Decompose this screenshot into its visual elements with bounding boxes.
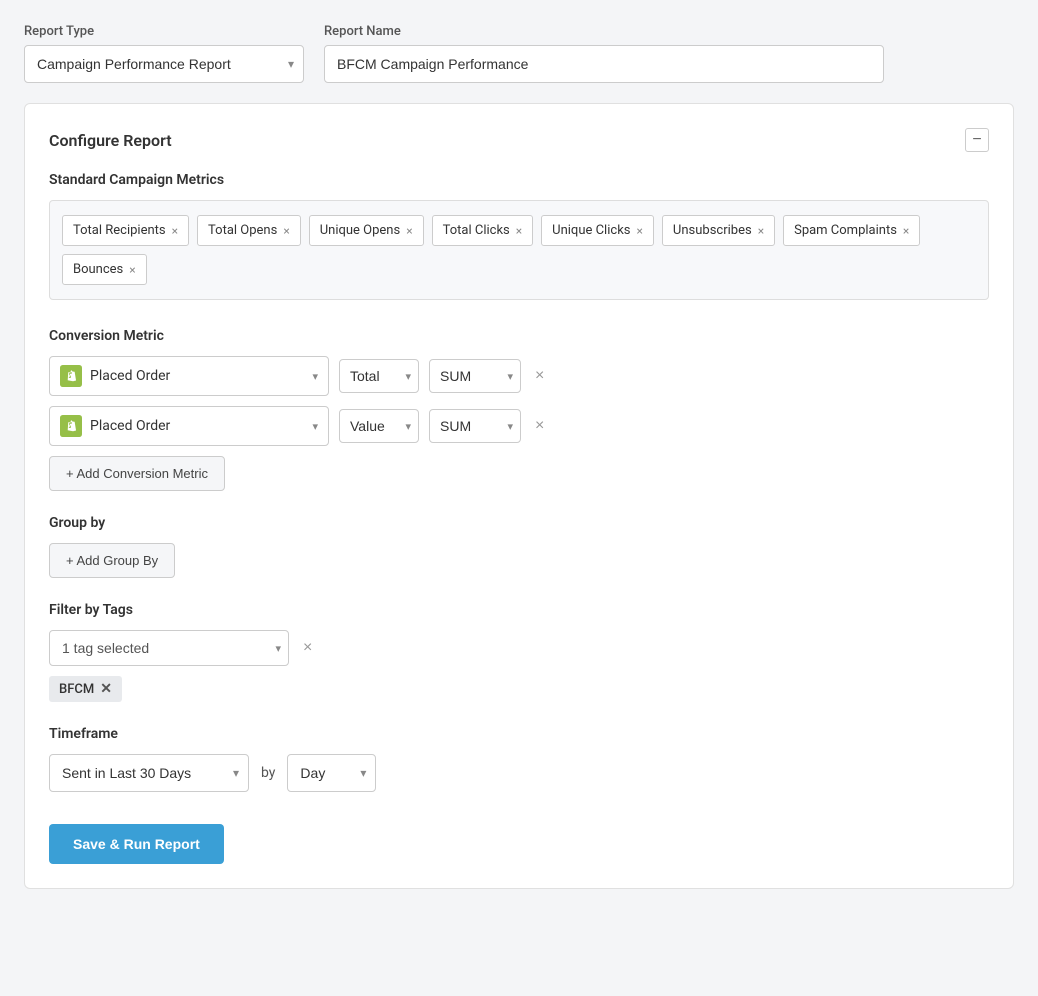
timeframe-title: Timeframe [49, 726, 989, 742]
metric-tag-total-recipients: Total Recipients × [62, 215, 189, 246]
placed-order-select-1[interactable]: Placed Order ▾ [49, 356, 329, 396]
placed-order-chevron-1: ▾ [312, 370, 318, 383]
by-label: by [261, 765, 275, 781]
add-group-by-button[interactable]: + Add Group By [49, 543, 175, 578]
remove-unique-clicks-icon[interactable]: × [637, 225, 643, 237]
configure-panel: Configure Report − Standard Campaign Met… [24, 103, 1014, 889]
tag-select-dropdown[interactable]: 1 tag selected [49, 630, 289, 666]
aggregation-type-select-1[interactable]: Total Value Count ▾ [339, 359, 419, 393]
tag-chip-bfcm: BFCM ✕ [49, 676, 122, 702]
shopify-icon-2 [60, 415, 82, 437]
remove-unsubscribes-icon[interactable]: × [758, 225, 764, 237]
collapse-button[interactable]: − [965, 128, 989, 152]
standard-metrics-title: Standard Campaign Metrics [49, 172, 989, 188]
report-type-label: Report Type [24, 24, 304, 39]
conversion-row-2: Placed Order ▾ Total Value Count ▾ SUM A… [49, 406, 989, 446]
metric-tag-total-clicks: Total Clicks × [432, 215, 534, 246]
collapse-icon: − [972, 132, 981, 148]
metric-label: Unique Clicks [552, 223, 630, 238]
aggregation-func-dropdown-1[interactable]: SUM AVG COUNT [429, 359, 521, 393]
report-type-group: Report Type Campaign Performance Report … [24, 24, 304, 83]
timeframe-granularity-wrapper[interactable]: Day Week Month ▾ [287, 754, 376, 792]
remove-total-clicks-icon[interactable]: × [516, 225, 522, 237]
panel-header: Configure Report − [49, 128, 989, 152]
conversion-row-1: Placed Order ▾ Total Value Count ▾ SUM A… [49, 356, 989, 396]
tags-row: 1 tag selected ▾ × [49, 630, 989, 666]
aggregation-type-dropdown-1[interactable]: Total Value Count [339, 359, 419, 393]
placed-order-select-2[interactable]: Placed Order ▾ [49, 406, 329, 446]
add-conversion-metric-label: + Add Conversion Metric [66, 466, 208, 481]
metric-label: Total Opens [208, 223, 277, 238]
remove-spam-complaints-icon[interactable]: × [903, 225, 909, 237]
remove-unique-opens-icon[interactable]: × [406, 225, 412, 237]
timeframe-section: Timeframe Sent in Last 30 Days Sent in L… [49, 726, 989, 792]
timeframe-period-wrapper[interactable]: Sent in Last 30 Days Sent in Last 7 Days… [49, 754, 249, 792]
timeframe-row: Sent in Last 30 Days Sent in Last 7 Days… [49, 754, 989, 792]
placed-order-label-1: Placed Order [90, 368, 304, 384]
metric-tag-spam-complaints: Spam Complaints × [783, 215, 920, 246]
remove-conversion-row-1-button[interactable]: × [531, 363, 548, 389]
metric-label: Total Recipients [73, 223, 166, 238]
tag-chip-label: BFCM [59, 682, 94, 697]
metric-label: Total Clicks [443, 223, 510, 238]
panel-title: Configure Report [49, 131, 172, 150]
metrics-box: Total Recipients × Total Opens × Unique … [49, 200, 989, 300]
add-group-by-label: + Add Group By [66, 553, 158, 568]
selected-tags-container: BFCM ✕ [49, 676, 989, 702]
metric-tag-total-opens: Total Opens × [197, 215, 301, 246]
remove-bounces-icon[interactable]: × [129, 264, 135, 276]
aggregation-func-select-2[interactable]: SUM AVG COUNT ▾ [429, 409, 521, 443]
timeframe-granularity-select[interactable]: Day Week Month [287, 754, 376, 792]
metric-label: Unsubscribes [673, 223, 752, 238]
group-by-title: Group by [49, 515, 989, 531]
metric-tag-unsubscribes: Unsubscribes × [662, 215, 775, 246]
aggregation-type-dropdown-2[interactable]: Total Value Count [339, 409, 419, 443]
placed-order-chevron-2: ▾ [312, 420, 318, 433]
aggregation-func-select-1[interactable]: SUM AVG COUNT ▾ [429, 359, 521, 393]
filter-by-tags-title: Filter by Tags [49, 602, 989, 618]
aggregation-type-select-2[interactable]: Total Value Count ▾ [339, 409, 419, 443]
report-name-label: Report Name [324, 24, 884, 39]
remove-total-opens-icon[interactable]: × [283, 225, 289, 237]
remove-bfcm-tag-icon[interactable]: ✕ [100, 681, 112, 697]
aggregation-func-dropdown-2[interactable]: SUM AVG COUNT [429, 409, 521, 443]
group-by-section: Group by + Add Group By [49, 515, 989, 578]
conversion-metric-section: Conversion Metric Placed Order ▾ Total V… [49, 328, 989, 491]
report-name-input[interactable] [324, 45, 884, 83]
report-name-group: Report Name [324, 24, 884, 83]
remove-tag-filter-button[interactable]: × [299, 635, 316, 661]
save-run-report-label: Save & Run Report [73, 836, 200, 852]
top-row: Report Type Campaign Performance Report … [24, 24, 1014, 83]
tag-select-wrapper[interactable]: 1 tag selected ▾ [49, 630, 289, 666]
placed-order-label-2: Placed Order [90, 418, 304, 434]
timeframe-period-select[interactable]: Sent in Last 30 Days Sent in Last 7 Days… [49, 754, 249, 792]
metric-label: Bounces [73, 262, 123, 277]
remove-conversion-row-2-button[interactable]: × [531, 413, 548, 439]
filter-by-tags-section: Filter by Tags 1 tag selected ▾ × BFCM ✕ [49, 602, 989, 702]
standard-metrics-section: Standard Campaign Metrics Total Recipien… [49, 172, 989, 300]
metric-tag-unique-opens: Unique Opens × [309, 215, 424, 246]
report-type-select-wrapper[interactable]: Campaign Performance Report ▾ [24, 45, 304, 83]
report-type-select[interactable]: Campaign Performance Report [24, 45, 304, 83]
metric-tag-unique-clicks: Unique Clicks × [541, 215, 654, 246]
remove-total-recipients-icon[interactable]: × [172, 225, 178, 237]
save-run-report-button[interactable]: Save & Run Report [49, 824, 224, 864]
metric-label: Spam Complaints [794, 223, 897, 238]
metric-tag-bounces: Bounces × [62, 254, 147, 285]
conversion-metric-title: Conversion Metric [49, 328, 989, 344]
shopify-icon-1 [60, 365, 82, 387]
add-conversion-metric-button[interactable]: + Add Conversion Metric [49, 456, 225, 491]
metric-label: Unique Opens [320, 223, 400, 238]
